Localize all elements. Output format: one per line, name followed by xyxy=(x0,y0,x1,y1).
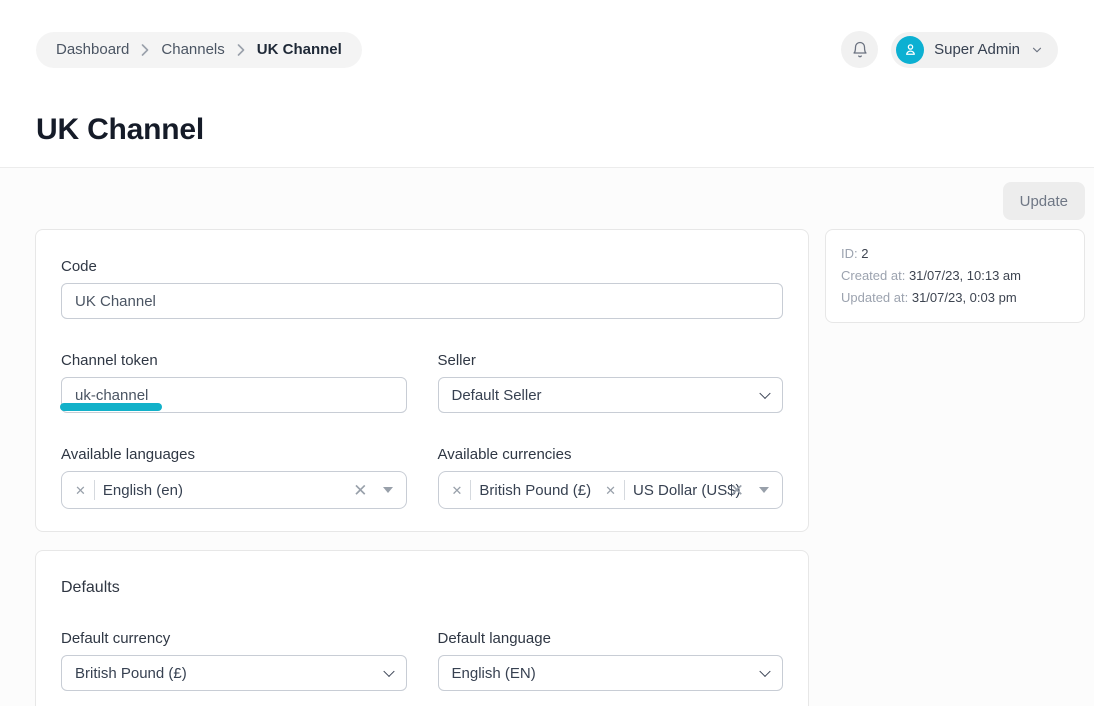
caret-down-icon xyxy=(759,487,769,493)
field-row: Code xyxy=(61,258,783,319)
default-language-label: Default language xyxy=(438,630,784,647)
field-row: Default currency British Pound (£) Defau… xyxy=(61,630,783,691)
available-currencies-field-group: Available currencies ✕ British Pound (£)… xyxy=(438,446,784,509)
available-currencies-label: Available currencies xyxy=(438,446,784,463)
toolbar: Update xyxy=(35,182,1085,220)
clear-icon[interactable]: ✕ xyxy=(353,482,367,499)
chips: ✕ British Pound (£) ✕ US Dollar (US$) xyxy=(452,480,720,500)
channel-token-field-group: Channel token xyxy=(61,352,407,413)
chip: ✕ English (en) xyxy=(75,480,183,500)
available-languages-label: Available languages xyxy=(61,446,407,463)
user-menu-button[interactable]: Super Admin xyxy=(891,32,1058,68)
chevron-down-icon xyxy=(1030,43,1044,57)
update-button[interactable]: Update xyxy=(1003,182,1085,220)
field-row: Channel token Seller Default Seller xyxy=(61,352,783,413)
available-languages-field-group: Available languages ✕ English (en) ✕ xyxy=(61,446,407,509)
chip: ✕ British Pound (£) xyxy=(452,480,592,500)
page-title: UK Channel xyxy=(36,113,1058,147)
meta-created-label: Created at: xyxy=(841,268,905,283)
multiselect-controls: ✕ xyxy=(720,482,769,499)
default-currency-field-group: Default currency British Pound (£) xyxy=(61,630,407,691)
meta-id: ID: 2 xyxy=(841,243,1069,265)
seller-select[interactable]: Default Seller xyxy=(438,377,784,413)
code-label: Code xyxy=(61,258,783,275)
caret-down-icon xyxy=(383,487,393,493)
code-field-group: Code xyxy=(61,258,783,319)
notifications-button[interactable] xyxy=(841,31,878,68)
available-languages-multiselect[interactable]: ✕ English (en) ✕ xyxy=(61,471,407,509)
default-language-select[interactable]: English (EN) xyxy=(438,655,784,691)
chevron-right-icon xyxy=(237,44,245,56)
chip-remove-icon[interactable]: ✕ xyxy=(75,484,86,497)
default-language-field-group: Default language English (EN) xyxy=(438,630,784,691)
breadcrumb-item-channels[interactable]: Channels xyxy=(161,41,224,58)
channel-token-label: Channel token xyxy=(61,352,407,369)
available-currencies-multiselect[interactable]: ✕ British Pound (£) ✕ US Dollar (US$) xyxy=(438,471,784,509)
meta-created-value: 31/07/23, 10:13 am xyxy=(909,268,1021,283)
general-card: Code Channel token Seller xyxy=(35,229,809,532)
defaults-heading: Defaults xyxy=(61,579,783,597)
chip-divider xyxy=(624,480,625,500)
seller-label: Seller xyxy=(438,352,784,369)
avatar xyxy=(896,36,924,64)
meta-column: ID: 2 Created at: 31/07/23, 10:13 am Upd… xyxy=(825,229,1085,323)
code-input[interactable] xyxy=(61,283,783,319)
chip-label: British Pound (£) xyxy=(479,482,591,499)
default-currency-select[interactable]: British Pound (£) xyxy=(61,655,407,691)
field-row: Available languages ✕ English (en) ✕ xyxy=(61,446,783,509)
header-actions: Super Admin xyxy=(841,31,1058,68)
top-bar: Dashboard Channels UK Channel Super Admi… xyxy=(36,31,1058,68)
meta-card: ID: 2 Created at: 31/07/23, 10:13 am Upd… xyxy=(825,229,1085,323)
meta-updated: Updated at: 31/07/23, 0:03 pm xyxy=(841,287,1069,309)
bell-icon xyxy=(851,41,869,59)
page-content: Update Code Channel token xyxy=(0,168,1094,706)
chip-remove-icon[interactable]: ✕ xyxy=(452,484,463,497)
meta-id-value: 2 xyxy=(861,246,868,261)
chip-label: English (en) xyxy=(103,482,183,499)
defaults-card: Defaults Default currency British Pound … xyxy=(35,550,809,706)
breadcrumb-item-dashboard[interactable]: Dashboard xyxy=(56,41,129,58)
chip-divider xyxy=(470,480,471,500)
chip-divider xyxy=(94,480,95,500)
chip-remove-icon[interactable]: ✕ xyxy=(605,484,616,497)
default-currency-label: Default currency xyxy=(61,630,407,647)
multiselect-controls: ✕ xyxy=(343,482,392,499)
chevron-right-icon xyxy=(141,44,149,56)
chips: ✕ English (en) xyxy=(75,480,183,500)
breadcrumb: Dashboard Channels UK Channel xyxy=(36,32,362,68)
accent-underline xyxy=(60,403,162,411)
user-name: Super Admin xyxy=(934,41,1020,58)
page-header: Dashboard Channels UK Channel Super Admi… xyxy=(0,0,1094,168)
meta-updated-value: 31/07/23, 0:03 pm xyxy=(912,290,1017,305)
person-icon xyxy=(903,42,918,57)
layout-columns: Code Channel token Seller xyxy=(35,229,1085,706)
seller-field-group: Seller Default Seller xyxy=(438,352,784,413)
form-column: Code Channel token Seller xyxy=(35,229,809,706)
breadcrumb-item-current: UK Channel xyxy=(257,41,342,58)
meta-created: Created at: 31/07/23, 10:13 am xyxy=(841,265,1069,287)
meta-updated-label: Updated at: xyxy=(841,290,908,305)
meta-id-label: ID: xyxy=(841,246,858,261)
clear-icon[interactable]: ✕ xyxy=(730,482,744,499)
